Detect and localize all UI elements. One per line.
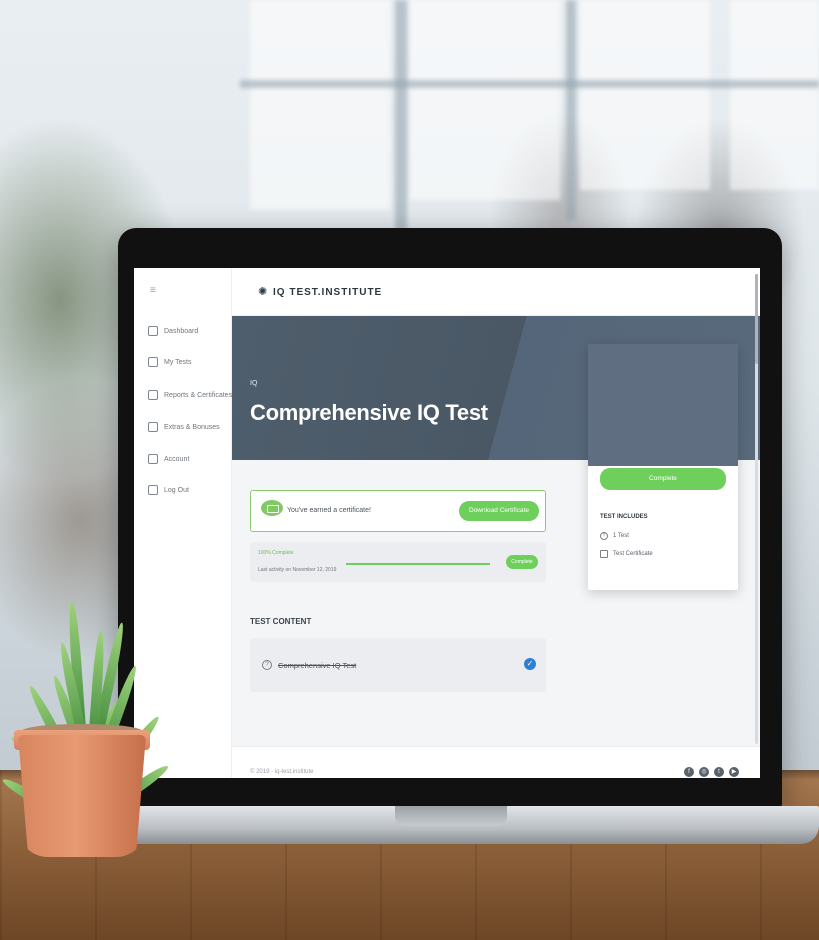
top-bar: ✺ IQ TEST.INSTITUTE — [232, 268, 760, 316]
twitter-icon[interactable]: t — [714, 767, 724, 777]
edit-icon — [148, 357, 158, 367]
test-item-label[interactable]: Comprehensive IQ Test — [278, 661, 356, 670]
window-pane — [250, 0, 390, 210]
sidebar-item-label: Log Out — [164, 486, 189, 494]
progress-percent: 100% Complete — [258, 550, 294, 556]
window-frame — [395, 0, 407, 230]
laptop-screen: ≡ Dashboard My Tests Reports & Certifica… — [134, 268, 760, 778]
certificate-message: You've earned a certificate! — [287, 507, 371, 514]
sidebar-item-extras[interactable]: Extras & Bonuses — [148, 420, 220, 434]
card-complete-button[interactable]: Complete — [600, 468, 726, 490]
card-heading: TEST INCLUDES — [600, 514, 648, 520]
download-certificate-button[interactable]: Download Certificate — [459, 501, 539, 521]
sidebar-item-dashboard[interactable]: Dashboard — [148, 324, 198, 338]
pot — [18, 735, 146, 857]
test-card: Complete TEST INCLUDES ? 1 Test Test Cer… — [588, 344, 738, 590]
hero-kicker: IQ — [250, 380, 258, 387]
last-activity: Last activity on November 12, 2019 — [258, 567, 337, 573]
sidebar: ≡ Dashboard My Tests Reports & Certifica… — [134, 268, 232, 778]
sidebar-item-label: Reports & Certificates — [164, 391, 233, 399]
list-item[interactable]: ? Comprehensive IQ Test ✓ — [250, 638, 546, 692]
logo-text: IQ TEST.INSTITUTE — [273, 286, 383, 298]
progress-fill — [346, 563, 490, 565]
scrollbar-thumb[interactable] — [755, 274, 758, 364]
section-heading: TEST CONTENT — [250, 617, 312, 626]
card-item-label: Test Certificate — [613, 551, 653, 557]
certificate-icon — [148, 390, 158, 400]
account-icon — [148, 454, 158, 464]
certificate-notice: You've earned a certificate! Download Ce… — [250, 490, 546, 532]
gift-icon — [148, 422, 158, 432]
sidebar-item-label: Account — [164, 455, 190, 463]
sidebar-item-label: Extras & Bonuses — [164, 423, 220, 431]
certificate-icon — [600, 550, 608, 558]
copyright: © 2019 - iq-test.institute — [250, 769, 314, 775]
window-pane — [410, 0, 560, 200]
home-icon — [148, 326, 158, 336]
card-item: ? 1 Test — [600, 532, 629, 540]
brain-logo-icon: ✺ — [258, 286, 268, 298]
page-title: Comprehensive IQ Test — [250, 400, 488, 425]
question-icon: ? — [262, 660, 272, 670]
window-frame — [566, 0, 576, 220]
footer: © 2019 - iq-test.institute f ◎ t ▶ — [232, 746, 760, 778]
sidebar-item-my-tests[interactable]: My Tests — [148, 355, 192, 369]
progress-panel: 100% Complete Last activity on November … — [250, 542, 546, 582]
sidebar-item-label: Dashboard — [164, 327, 199, 335]
sidebar-item-label: My Tests — [164, 358, 192, 366]
menu-toggle-icon[interactable]: ≡ — [150, 286, 160, 296]
progress-bar — [346, 563, 490, 565]
complete-button[interactable]: Complete — [506, 555, 538, 569]
laptop-notch — [395, 806, 507, 826]
question-icon: ? — [600, 532, 608, 540]
certificate-icon — [261, 500, 283, 516]
youtube-icon[interactable]: ▶ — [729, 767, 739, 777]
check-icon: ✓ — [524, 658, 536, 670]
scrollbar[interactable] — [755, 274, 758, 744]
card-image — [588, 344, 738, 466]
sidebar-item-account[interactable]: Account — [148, 452, 189, 466]
logout-icon — [148, 485, 158, 495]
window-pane — [730, 0, 819, 190]
instagram-icon[interactable]: ◎ — [699, 767, 709, 777]
window-pane — [580, 0, 710, 190]
card-item: Test Certificate — [600, 550, 653, 558]
card-item-label: 1 Test — [613, 533, 629, 539]
sidebar-item-reports[interactable]: Reports & Certificates — [148, 388, 232, 402]
sidebar-item-logout[interactable]: Log Out — [148, 483, 189, 497]
window-frame — [240, 80, 819, 88]
facebook-icon[interactable]: f — [684, 767, 694, 777]
logo[interactable]: ✺ IQ TEST.INSTITUTE — [258, 286, 382, 298]
